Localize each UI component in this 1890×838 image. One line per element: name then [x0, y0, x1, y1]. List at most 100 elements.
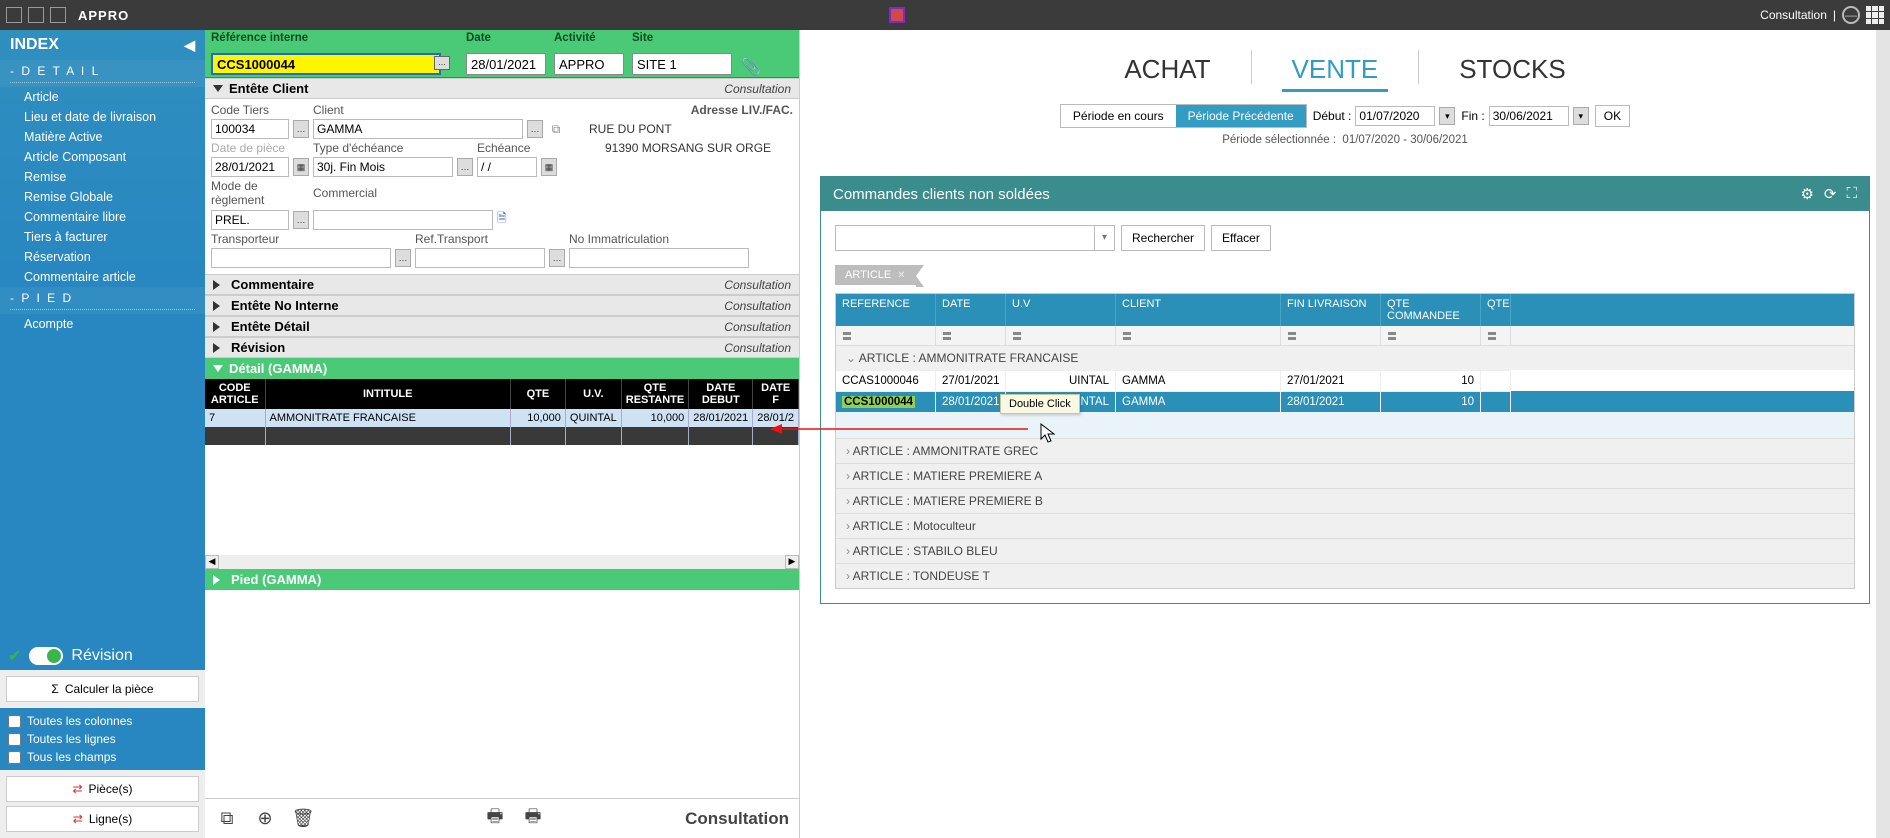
mode-reglement-picker-icon[interactable]: …	[293, 211, 309, 229]
commercial-input[interactable]	[313, 210, 493, 230]
detail-hscroll[interactable]: ◀▶	[205, 555, 799, 569]
table-row[interactable]: 7 AMMONITRATE FRANCAISE 10,000 QUINTAL 1…	[205, 409, 799, 427]
tab-vente[interactable]: VENTE	[1282, 50, 1389, 92]
titlebar-icon-2[interactable]	[28, 7, 44, 23]
gcol-fin-livraison[interactable]: FIN LIVRAISON	[1281, 294, 1381, 326]
date-piece-input[interactable]	[211, 157, 289, 177]
date-input[interactable]	[466, 53, 546, 75]
group-row[interactable]: ARTICLE : AMMONITRATE FRANCAISE	[836, 345, 1854, 370]
ref-interne-input[interactable]	[211, 53, 441, 75]
client-input[interactable]	[313, 119, 523, 139]
group-row[interactable]: ARTICLE : AMMONITRATE GREC	[836, 438, 1854, 463]
mode-reglement-input[interactable]	[211, 210, 289, 230]
pill-close-icon[interactable]: ✕	[897, 270, 905, 281]
delete-icon[interactable]: 🗑	[291, 807, 315, 831]
section-no-interne[interactable]: Entête No InterneConsultation	[205, 295, 799, 316]
pieces-button[interactable]: ⇄Pièce(s)	[6, 776, 199, 802]
chk-all-fields[interactable]: Tous les champs	[8, 748, 197, 766]
print-settings-icon[interactable]: 🖶	[521, 807, 545, 831]
chk-all-columns[interactable]: Toutes les colonnes	[8, 712, 197, 730]
apps-grid-icon[interactable]	[1866, 6, 1884, 24]
print-icon[interactable]: 🖶	[483, 807, 507, 831]
table-row[interactable]: CCAS1000046 27/01/2021 UINTAL GAMMA 27/0…	[836, 370, 1854, 391]
minimize-icon[interactable]: —	[1842, 6, 1860, 24]
attachment-icon[interactable]: 📎	[736, 30, 766, 77]
ref-transport-picker-icon[interactable]: …	[549, 249, 565, 267]
copy-icon[interactable]: ⧉	[215, 807, 239, 831]
sidebar-item-article[interactable]: Article	[0, 87, 205, 107]
period-debut-input[interactable]	[1355, 106, 1435, 126]
site-input[interactable]	[632, 53, 732, 75]
section-entete-client[interactable]: Entête Client Consultation	[205, 78, 799, 99]
col-qte[interactable]: QTE	[510, 379, 565, 409]
table-row-selected[interactable]: CCS1000044 28/01/2021 QUINTAL GAMMA 28/0…	[836, 391, 1854, 412]
section-revision[interactable]: RévisionConsultation	[205, 337, 799, 358]
group-row[interactable]: ARTICLE : Motoculteur	[836, 513, 1854, 538]
search-dd-icon[interactable]: ▾	[1094, 226, 1114, 250]
period-ok-button[interactable]: OK	[1595, 105, 1630, 127]
sidebar-item-remise[interactable]: Remise	[0, 167, 205, 187]
col-code-article[interactable]: CODE ARTICLE	[205, 379, 265, 409]
debut-dd-icon[interactable]: ▾	[1439, 107, 1455, 125]
titlebar-icon-3[interactable]	[50, 7, 66, 23]
gcol-reference[interactable]: REFERENCE	[836, 294, 936, 326]
group-row[interactable]: ARTICLE : MATIERE PREMIERE B	[836, 488, 1854, 513]
revision-toggle[interactable]	[29, 647, 63, 665]
address-link-icon[interactable]: ⧉	[547, 122, 565, 137]
period-previous-button[interactable]: Période Précédente	[1176, 105, 1306, 127]
sidebar-item-matiere-active[interactable]: Matière Active	[0, 127, 205, 147]
ref-picker-icon[interactable]: …	[434, 56, 450, 70]
group-row[interactable]: ARTICLE : STABILO BLEU	[836, 538, 1854, 563]
col-date-debut[interactable]: DATE DEBUT	[689, 379, 753, 409]
commercial-card-icon[interactable]: 🗎	[497, 209, 515, 230]
tab-stocks[interactable]: STOCKS	[1449, 50, 1575, 92]
transporteur-picker-icon[interactable]: …	[395, 249, 411, 267]
section-entete-detail[interactable]: Entête DétailConsultation	[205, 316, 799, 337]
date-piece-cal-icon[interactable]: ▦	[293, 158, 309, 176]
client-picker-icon[interactable]: …	[527, 120, 543, 138]
gcol-qte[interactable]: QTE	[1481, 294, 1511, 326]
gcol-qte-commandee[interactable]: QTE COMMANDEE	[1381, 294, 1481, 326]
type-echeance-picker-icon[interactable]: …	[457, 158, 473, 176]
sidebar-item-commentaire-article[interactable]: Commentaire article	[0, 267, 205, 287]
fin-dd-icon[interactable]: ▾	[1573, 107, 1589, 125]
sidebar-item-article-composant[interactable]: Article Composant	[0, 147, 205, 167]
pied-header[interactable]: Pied (GAMMA)	[205, 569, 799, 590]
col-intitule[interactable]: INTITULE	[265, 379, 510, 409]
sidebar-collapse-icon[interactable]: ◀	[184, 37, 195, 54]
group-pill-article[interactable]: ARTICLE✕	[835, 265, 916, 285]
sidebar-item-lieu-livraison[interactable]: Lieu et date de livraison	[0, 107, 205, 127]
gcol-client[interactable]: CLIENT	[1116, 294, 1281, 326]
gcol-date[interactable]: DATE	[936, 294, 1006, 326]
detail-header[interactable]: Détail (GAMMA)	[205, 358, 799, 379]
sidebar-item-tiers-facturer[interactable]: Tiers à facturer	[0, 227, 205, 247]
search-button[interactable]: Rechercher	[1121, 225, 1205, 251]
widget-refresh-icon[interactable]: ⟳	[1824, 185, 1837, 203]
widget-settings-icon[interactable]: ⚙	[1800, 185, 1813, 203]
activite-input[interactable]	[554, 53, 624, 75]
add-icon[interactable]: ⊕	[253, 807, 277, 831]
clear-button[interactable]: Effacer	[1211, 225, 1271, 251]
group-row[interactable]: ARTICLE : TONDEUSE T	[836, 563, 1854, 588]
col-date-fin[interactable]: DATE F	[753, 379, 799, 409]
sidebar-item-commentaire-libre[interactable]: Commentaire libre	[0, 207, 205, 227]
ref-transport-input[interactable]	[415, 248, 545, 268]
section-commentaire[interactable]: CommentaireConsultation	[205, 274, 799, 295]
col-qte-restante[interactable]: QTE RESTANTE	[621, 379, 688, 409]
gcol-uv[interactable]: U.V	[1006, 294, 1116, 326]
sidebar-item-acompte[interactable]: Acompte	[0, 314, 205, 334]
period-current-button[interactable]: Période en cours	[1061, 105, 1176, 127]
grid-filter-row[interactable]: 〓〓〓〓〓〓〓	[836, 326, 1854, 345]
lignes-button[interactable]: ⇄Ligne(s)	[6, 806, 199, 832]
search-input[interactable]	[836, 226, 1094, 250]
period-fin-input[interactable]	[1489, 106, 1569, 126]
sidebar-item-reservation[interactable]: Réservation	[0, 247, 205, 267]
code-tiers-input[interactable]	[211, 119, 289, 139]
transporteur-input[interactable]	[211, 248, 391, 268]
echeance-input[interactable]	[477, 157, 537, 177]
widget-expand-icon[interactable]: ⛶	[1846, 185, 1857, 203]
sidebar-item-remise-globale[interactable]: Remise Globale	[0, 187, 205, 207]
group-row[interactable]: ARTICLE : MATIERE PREMIERE A	[836, 463, 1854, 488]
echeance-cal-icon[interactable]: ▦	[541, 158, 557, 176]
col-uv[interactable]: U.V.	[565, 379, 621, 409]
